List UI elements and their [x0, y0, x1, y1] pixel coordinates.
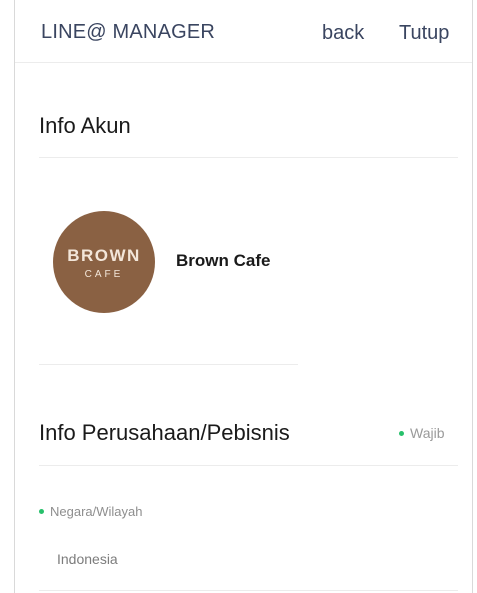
- account-info-title: Info Akun: [39, 113, 131, 138]
- required-dot-icon: [399, 430, 404, 436]
- account-avatar: BROWN CAFE: [53, 211, 155, 313]
- app-frame: LINE@ MANAGER back Tutup Info Akun BROWN…: [14, 0, 473, 593]
- business-info-title: Info Perusahaan/Pebisnis: [39, 420, 290, 445]
- back-button[interactable]: back: [322, 22, 364, 45]
- account-name: Brown Cafe: [176, 251, 271, 270]
- country-field-value[interactable]: Indonesia: [57, 551, 118, 567]
- close-button[interactable]: Tutup: [399, 22, 449, 45]
- country-field-label: Negara/Wilayah: [39, 504, 143, 519]
- account-divider: [39, 364, 298, 365]
- account-info-divider: [39, 157, 458, 158]
- avatar-logo-line2: CAFE: [84, 269, 124, 280]
- country-label-text: Negara/Wilayah: [50, 504, 143, 519]
- top-bar: LINE@ MANAGER back Tutup: [15, 0, 472, 63]
- country-field-underline: [39, 590, 458, 591]
- required-indicator: Wajib: [399, 425, 445, 441]
- app-brand-title: LINE@ MANAGER: [41, 21, 216, 43]
- avatar-logo-line1: BROWN: [67, 246, 141, 265]
- business-info-divider: [39, 465, 458, 466]
- required-label: Wajib: [410, 425, 445, 441]
- required-dot-icon: [39, 509, 44, 515]
